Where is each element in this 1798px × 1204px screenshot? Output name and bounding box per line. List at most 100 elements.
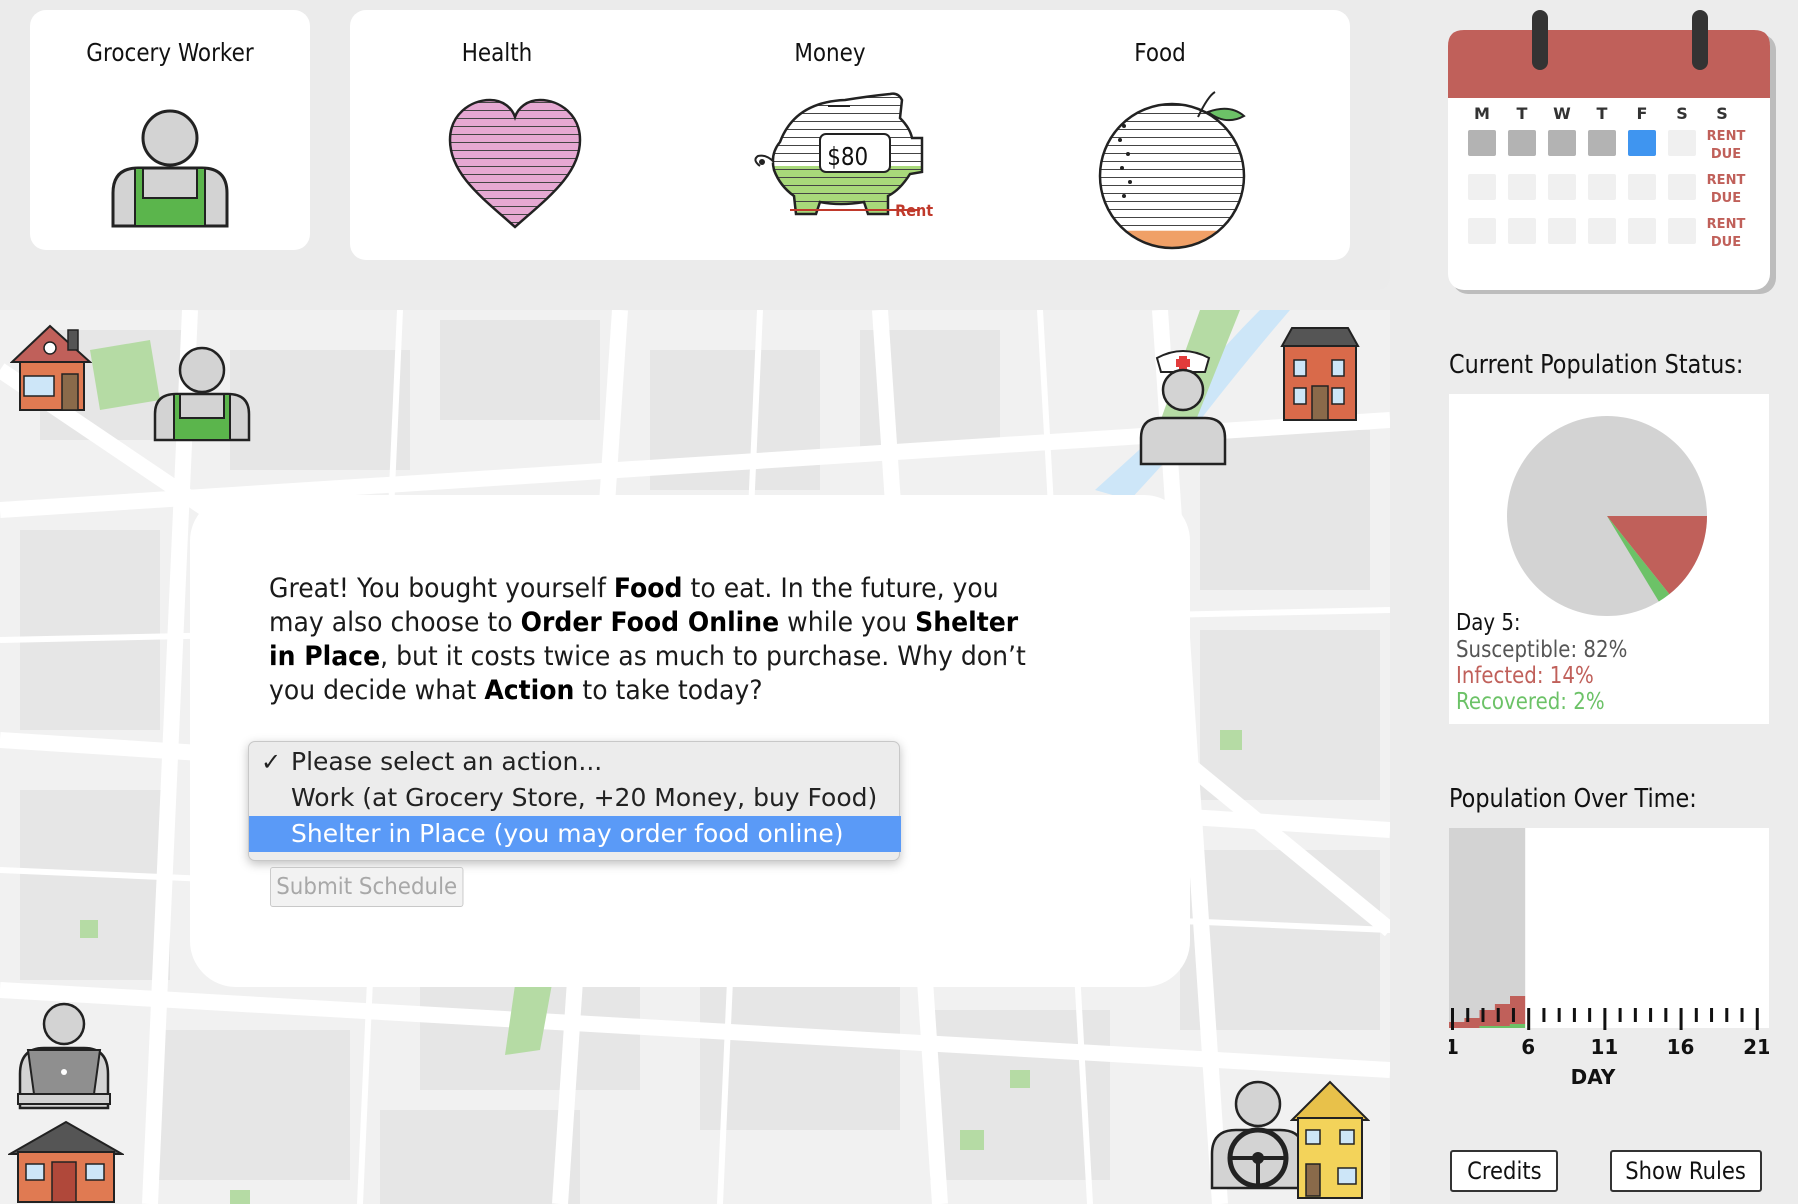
small-house-icon bbox=[8, 1120, 124, 1203]
rent-due-label: RENT bbox=[1707, 173, 1746, 188]
grocery-worker-avatar-icon bbox=[111, 109, 229, 228]
apple-icon bbox=[1098, 91, 1246, 250]
action-option-work[interactable]: Work (at Grocery Store, +20 Money, buy F… bbox=[249, 780, 901, 816]
x-axis-tick bbox=[1496, 1008, 1500, 1022]
x-axis-tick bbox=[1679, 1008, 1683, 1030]
rent-due-label: DUE bbox=[1711, 147, 1741, 162]
population-pie-panel: Day 5: Susceptible: 82% Infected: 14% Re… bbox=[1449, 394, 1769, 724]
calendar-day-label: F bbox=[1637, 104, 1648, 123]
yellow-house-icon bbox=[1290, 1080, 1370, 1199]
x-axis-tick bbox=[1451, 1008, 1454, 1030]
action-option-shelter[interactable]: Shelter in Place (you may order food onl… bbox=[249, 816, 901, 852]
rent-due-label: RENT bbox=[1707, 217, 1746, 232]
calendar-day-cell-future bbox=[1548, 218, 1576, 244]
calendar-day-cell-future bbox=[1668, 130, 1696, 156]
dialog-text-part: while you bbox=[779, 607, 916, 638]
calendar-day-cell-future bbox=[1588, 218, 1616, 244]
calendar-day-label: W bbox=[1553, 104, 1571, 123]
rent-due-label: RENT bbox=[1707, 129, 1746, 144]
house-icon bbox=[10, 324, 92, 411]
calendar-day-cell-past bbox=[1508, 130, 1536, 156]
x-axis-tick bbox=[1542, 1008, 1546, 1022]
action-option-placeholder[interactable]: ✓ Please select an action... bbox=[249, 744, 901, 780]
calendar-day-cell-past bbox=[1548, 130, 1576, 156]
x-tick-label: 16 bbox=[1667, 1035, 1695, 1059]
x-axis-tick bbox=[1664, 1008, 1668, 1022]
calendar-day-label: T bbox=[1597, 104, 1608, 123]
population-over-time-chart: 1 6 11 16 21DAY bbox=[1449, 828, 1769, 1089]
action-select-dropdown[interactable]: ✓ Please select an action... Work (at Gr… bbox=[248, 741, 901, 861]
calendar-day-label: M bbox=[1474, 104, 1490, 123]
x-axis-tick bbox=[1511, 1008, 1515, 1022]
dialog-text-part: Great! You bought yourself bbox=[269, 573, 614, 604]
calendar-day-cell-today bbox=[1628, 130, 1656, 156]
food-label: Food bbox=[1134, 38, 1186, 67]
calendar-widget: M T W T F S S RENT DUE RENT DUE RENT DUE bbox=[1448, 10, 1776, 294]
nurse-icon bbox=[1139, 350, 1227, 466]
population-over-time-heading: Population Over Time: bbox=[1449, 784, 1697, 814]
dialog-text-bold: Action bbox=[484, 675, 575, 706]
money-value: $80 bbox=[827, 142, 869, 171]
calendar-day-label: S bbox=[1716, 104, 1728, 123]
x-tick-label: 21 bbox=[1743, 1035, 1769, 1059]
x-axis-tick bbox=[1755, 1008, 1759, 1030]
heart-icon bbox=[448, 98, 582, 229]
x-axis-tick bbox=[1572, 1008, 1576, 1022]
calendar-day-cell-future bbox=[1548, 174, 1576, 200]
pie-day-label: Day 5: bbox=[1456, 610, 1521, 636]
calendar-day-cell-future bbox=[1588, 174, 1616, 200]
calendar-day-cell-past bbox=[1588, 130, 1616, 156]
grocery-worker-map-icon bbox=[153, 346, 251, 442]
x-axis-label: DAY bbox=[1571, 1065, 1616, 1089]
submit-schedule-button[interactable]: Submit Schedule bbox=[270, 867, 464, 907]
option-label: Please select an action... bbox=[291, 747, 603, 776]
credits-label: Credits bbox=[1466, 1157, 1542, 1185]
checkmark-icon: ✓ bbox=[261, 748, 282, 776]
dialog-text-bold: Order Food Online bbox=[520, 607, 780, 638]
x-axis-tick bbox=[1466, 1008, 1470, 1022]
pie-infected-label: Infected: 14% bbox=[1456, 663, 1594, 689]
calendar-day-cell-future bbox=[1508, 174, 1536, 200]
show-rules-label: Show Rules bbox=[1625, 1157, 1747, 1185]
option-label: Work (at Grocery Store, +20 Money, buy F… bbox=[291, 783, 878, 812]
action-dialog: Great! You bought yourself Food to eat. … bbox=[190, 495, 1190, 987]
x-axis-tick bbox=[1649, 1008, 1653, 1022]
show-rules-button[interactable]: Show Rules bbox=[1610, 1150, 1762, 1192]
x-axis-tick bbox=[1603, 1008, 1607, 1030]
x-tick-label: 1 bbox=[1449, 1035, 1459, 1059]
rent-due-label: DUE bbox=[1711, 235, 1741, 250]
calendar-day-cell-future bbox=[1668, 174, 1696, 200]
office-worker-laptop-icon bbox=[17, 1002, 111, 1110]
calendar-day-cell-future bbox=[1508, 218, 1536, 244]
dialog-text-bold: Food bbox=[613, 573, 683, 604]
role-title: Grocery Worker bbox=[86, 38, 254, 67]
calendar-day-label: T bbox=[1517, 104, 1528, 123]
calendar-day-label: S bbox=[1676, 104, 1688, 123]
x-tick-label: 6 bbox=[1521, 1035, 1535, 1059]
calendar-day-cell-future bbox=[1468, 218, 1496, 244]
role-card: Grocery Worker bbox=[30, 10, 310, 250]
x-axis-tick bbox=[1527, 1008, 1531, 1030]
x-axis-tick bbox=[1694, 1008, 1698, 1022]
apartment-icon bbox=[1280, 327, 1360, 421]
population-status-heading: Current Population Status: bbox=[1449, 350, 1744, 380]
health-label: Health bbox=[461, 38, 533, 67]
pie-recovered-label: Recovered: 2% bbox=[1456, 689, 1605, 715]
pie-susceptible-label: Susceptible: 82% bbox=[1456, 637, 1628, 663]
calendar-day-cell-future bbox=[1628, 174, 1656, 200]
calendar-day-cell-future bbox=[1468, 174, 1496, 200]
x-axis-tick bbox=[1725, 1008, 1729, 1022]
area-series-susceptible bbox=[1449, 828, 1526, 1022]
calendar-day-cell-future bbox=[1668, 218, 1696, 244]
x-axis-tick bbox=[1588, 1008, 1592, 1022]
dialog-message: Great! You bought yourself Food to eat. … bbox=[269, 572, 1050, 708]
x-axis-tick bbox=[1740, 1008, 1744, 1022]
rent-due-label: DUE bbox=[1711, 191, 1741, 206]
credits-button[interactable]: Credits bbox=[1450, 1150, 1558, 1192]
calendar-day-cell-past bbox=[1468, 130, 1496, 156]
x-axis-tick bbox=[1710, 1008, 1714, 1022]
money-label: Money bbox=[794, 38, 866, 67]
status-card: Health Money $80 Rent Food bbox=[350, 10, 1350, 260]
x-axis-tick bbox=[1557, 1008, 1561, 1022]
x-axis-tick bbox=[1633, 1008, 1637, 1022]
